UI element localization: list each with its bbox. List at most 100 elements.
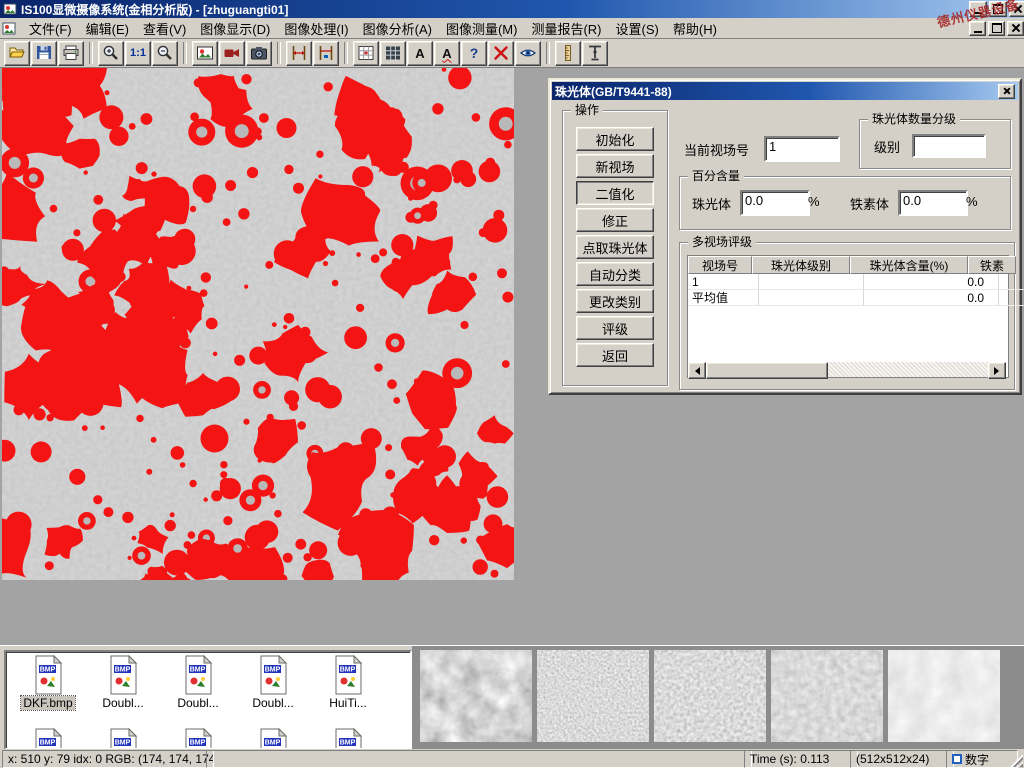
- ferrite-percent-sign: %: [966, 194, 978, 209]
- mdi-restore-button[interactable]: [988, 21, 1005, 36]
- caliper-measure-icon: [317, 44, 335, 62]
- thumbnail-3[interactable]: [654, 650, 766, 742]
- col-ferrite[interactable]: 铁素: [968, 256, 1016, 274]
- file-name[interactable]: DKF.bmp: [21, 696, 74, 710]
- menu-item-image-display[interactable]: 图像显示(D): [193, 18, 277, 39]
- auto-classify-button[interactable]: 自动分类: [576, 262, 654, 286]
- mdi-close-button[interactable]: [1007, 21, 1024, 36]
- menu-item-edit[interactable]: 编辑(E): [79, 18, 136, 39]
- camera-button[interactable]: [246, 41, 272, 66]
- restore-icon: [992, 23, 1002, 33]
- text-style-button[interactable]: A: [434, 41, 460, 66]
- rate-button[interactable]: 评级: [576, 316, 654, 340]
- print-button[interactable]: [58, 41, 84, 66]
- svg-text:BMP: BMP: [39, 667, 55, 674]
- pick-pearlite-button[interactable]: 点取珠光体: [576, 235, 654, 259]
- caliper-icon: [290, 44, 308, 62]
- new-field-button[interactable]: 新视场: [576, 154, 654, 178]
- scrollbar-track[interactable]: [706, 362, 988, 377]
- file-name[interactable]: Doubl...: [100, 696, 145, 710]
- thumbnail-1[interactable]: [420, 650, 532, 742]
- current-field-input[interactable]: 1: [764, 136, 840, 162]
- scroll-left-button[interactable]: [688, 362, 706, 379]
- menu-item-view[interactable]: 查看(V): [136, 18, 193, 39]
- return-button[interactable]: 返回: [576, 343, 654, 367]
- bmp-file-icon: BMP: [32, 655, 65, 695]
- correct-button[interactable]: 修正: [576, 208, 654, 232]
- document-icon[interactable]: [2, 21, 18, 36]
- menu-item-measure-report[interactable]: 测量报告(R): [524, 18, 608, 39]
- grid-field-button[interactable]: [353, 41, 379, 66]
- table-row[interactable]: 1 0.0: [688, 274, 1008, 290]
- text-style-icon: A: [442, 46, 451, 61]
- scrollbar-thumb[interactable]: [706, 362, 828, 379]
- menu-item-image-measure[interactable]: 图像测量(M): [439, 18, 525, 39]
- toolbar-separator: [546, 42, 550, 64]
- table-horizontal-scrollbar[interactable]: [688, 362, 1006, 377]
- svg-text:BMP: BMP: [114, 667, 130, 674]
- file-item[interactable]: BMP Doubl...: [237, 655, 309, 710]
- pearlite-input[interactable]: 0.0: [740, 190, 810, 216]
- svg-text:BMP: BMP: [39, 740, 55, 747]
- cut-button[interactable]: [488, 41, 514, 66]
- file-item-partial[interactable]: BMP: [312, 728, 384, 750]
- change-category-button[interactable]: 更改类别: [576, 289, 654, 313]
- ferrite-input[interactable]: 0.0: [898, 190, 968, 216]
- ferrite-label: 铁素体: [850, 194, 889, 213]
- thumbnail-2[interactable]: [537, 650, 649, 742]
- minimize-icon: [974, 31, 982, 33]
- resize-grip[interactable]: [1010, 754, 1023, 767]
- grade-input[interactable]: [912, 134, 986, 158]
- zoom-in-button[interactable]: [98, 41, 124, 66]
- file-item[interactable]: BMP HuiTi...: [312, 655, 384, 710]
- file-item[interactable]: BMP DKF.bmp: [12, 655, 84, 710]
- status-image-size: (512x512x24): [850, 750, 954, 768]
- save-button[interactable]: [31, 41, 57, 66]
- dialog-close-button[interactable]: [998, 84, 1015, 99]
- menu-item-help[interactable]: 帮助(H): [666, 18, 724, 39]
- thumbnail-5[interactable]: [888, 650, 1000, 742]
- dialog-title-bar[interactable]: 珠光体(GB/T9441-88): [552, 82, 1018, 100]
- caliper-measure-button[interactable]: [313, 41, 339, 66]
- col-pearlite-grade[interactable]: 珠光体级别: [752, 256, 850, 274]
- file-name[interactable]: Doubl...: [175, 696, 220, 710]
- toolbar-separator: [89, 42, 93, 64]
- file-item-partial[interactable]: BMP: [87, 728, 159, 750]
- menu-item-file[interactable]: 文件(F): [22, 18, 79, 39]
- metallograph-image[interactable]: [2, 68, 514, 580]
- initialize-button[interactable]: 初始化: [576, 127, 654, 151]
- title-bar[interactable]: IS100显微摄像系统(金相分析版) - [zhuguangti01]: [0, 0, 1024, 18]
- open-folder-button[interactable]: [4, 41, 30, 66]
- image-display-button[interactable]: [192, 41, 218, 66]
- zoom-out-button[interactable]: [152, 41, 178, 66]
- file-item-partial[interactable]: BMP: [237, 728, 309, 750]
- help-button[interactable]: ?: [461, 41, 487, 66]
- ruler-button[interactable]: [555, 41, 581, 66]
- grid-dark-button[interactable]: [380, 41, 406, 66]
- menu-item-image-process[interactable]: 图像处理(I): [277, 18, 355, 39]
- text-annotate-button[interactable]: A: [407, 41, 433, 66]
- file-name[interactable]: Doubl...: [250, 696, 295, 710]
- eye-preview-button[interactable]: [515, 41, 541, 66]
- file-item-partial[interactable]: BMP: [12, 728, 84, 750]
- close-icon: [1003, 87, 1011, 95]
- file-item[interactable]: BMP Doubl...: [162, 655, 234, 710]
- actual-size-button[interactable]: 1:1: [125, 41, 151, 66]
- binarize-button[interactable]: 二值化: [576, 181, 654, 205]
- file-item-partial[interactable]: BMP: [162, 728, 234, 750]
- file-name[interactable]: HuiTi...: [327, 696, 369, 710]
- stand-button[interactable]: [582, 41, 608, 66]
- video-camera-button[interactable]: [219, 41, 245, 66]
- thumbnail-4[interactable]: [771, 650, 883, 742]
- menu-item-image-analysis[interactable]: 图像分析(A): [356, 18, 439, 39]
- caliper-button[interactable]: [286, 41, 312, 66]
- menu-item-settings[interactable]: 设置(S): [609, 18, 666, 39]
- scroll-right-button[interactable]: [988, 362, 1006, 379]
- table-row[interactable]: 平均值 0.0: [688, 290, 1008, 306]
- cell-ferrite: [999, 290, 1024, 306]
- col-field-number[interactable]: 视场号: [688, 256, 752, 274]
- file-item[interactable]: BMP Doubl...: [87, 655, 159, 710]
- cell-content: 0.0: [864, 290, 999, 306]
- col-pearlite-content[interactable]: 珠光体含量(%): [850, 256, 968, 274]
- svg-text:BMP: BMP: [339, 740, 355, 747]
